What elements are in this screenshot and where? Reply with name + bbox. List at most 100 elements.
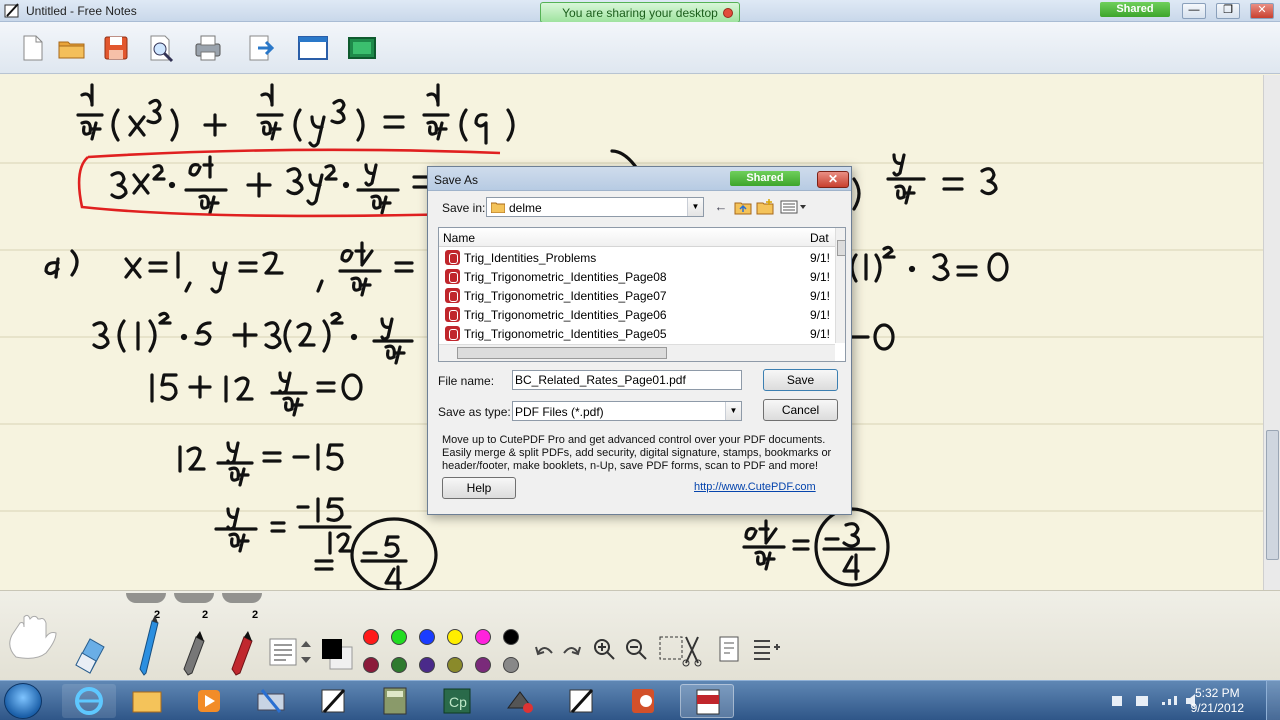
file-row[interactable]: Trig_Trigonometric_Identities_Page08 9/1… — [439, 267, 835, 286]
color-swatch-blue[interactable] — [419, 629, 435, 645]
restore-button[interactable]: ❐ — [1216, 3, 1240, 19]
save-in-value: delme — [509, 201, 542, 215]
print-icon[interactable] — [192, 32, 224, 64]
cancel-button[interactable]: Cancel — [763, 399, 838, 421]
taskbar-powerpoint[interactable] — [616, 684, 670, 718]
taskbar-pen-tool[interactable] — [554, 684, 608, 718]
taskbar-cutepdf[interactable] — [680, 684, 734, 718]
pdf-file-icon — [445, 269, 460, 284]
pdf-file-icon — [445, 288, 460, 303]
stop-sharing-icon[interactable] — [723, 8, 733, 18]
redo-icon[interactable] — [562, 641, 582, 661]
canvas-scroll-thumb[interactable] — [1266, 430, 1279, 560]
column-header-name[interactable]: Name — [443, 231, 475, 245]
back-arrow-icon[interactable]: ← — [712, 199, 730, 215]
undo-icon[interactable] — [534, 641, 554, 661]
file-row[interactable]: Trig_Trigonometric_Identities_Page07 9/1… — [439, 286, 835, 305]
color-swatch-gray[interactable] — [503, 657, 519, 673]
chevron-down-icon[interactable]: ▼ — [687, 198, 703, 216]
file-name: Trig_Trigonometric_Identities_Page08 — [464, 270, 667, 284]
up-folder-icon[interactable] — [734, 199, 752, 215]
file-list-header: Name Dat — [439, 228, 835, 247]
system-tray-icons[interactable] — [1110, 693, 1200, 709]
pdf-icon — [696, 689, 720, 715]
stroke-width-stepper-icon[interactable] — [298, 637, 314, 667]
clock-date: 9/21/2012 — [1190, 701, 1244, 715]
save-icon[interactable] — [100, 32, 132, 64]
tray-clock[interactable]: 5:32 PM 9/21/2012 — [1191, 686, 1244, 716]
file-list-scroll-thumb[interactable] — [837, 240, 845, 256]
print-preview-icon[interactable] — [145, 32, 177, 64]
taskbar-media-player[interactable] — [182, 684, 236, 718]
marker-tool-icon[interactable] — [180, 631, 210, 677]
taskbar-free-notes[interactable] — [306, 684, 360, 718]
page-tab-3[interactable] — [222, 593, 262, 603]
taskbar-network-app[interactable] — [244, 684, 298, 718]
file-list[interactable]: Name Dat Trig_Identities_Problems 9/1! T… — [438, 227, 846, 362]
dialog-title-bar[interactable]: Save As Shared ✕ — [428, 167, 851, 191]
color-swatch-green[interactable] — [391, 629, 407, 645]
color-swatch-magenta[interactable] — [475, 629, 491, 645]
taskbar-captivate[interactable]: Cp — [430, 684, 484, 718]
taskbar-internet-explorer[interactable] — [62, 684, 116, 718]
add-lines-icon[interactable] — [752, 637, 780, 663]
color-swatch-black[interactable] — [503, 629, 519, 645]
file-name-input[interactable] — [512, 370, 742, 390]
taskbar-explorer[interactable] — [120, 684, 174, 718]
minimize-button[interactable]: — — [1182, 3, 1206, 19]
app-toolbar — [0, 22, 1280, 74]
new-folder-icon[interactable] — [756, 199, 774, 215]
color-swatch-yellow[interactable] — [447, 629, 463, 645]
file-list-horizontal-scrollbar[interactable] — [439, 344, 835, 361]
color-swatch-purple[interactable] — [419, 657, 435, 673]
pdf-file-icon — [445, 326, 460, 341]
taskbar-recorder[interactable] — [492, 684, 546, 718]
save-type-select[interactable]: PDF Files (*.pdf) ▼ — [512, 401, 742, 421]
view-menu-icon[interactable] — [780, 199, 808, 215]
file-row[interactable]: Trig_Trigonometric_Identities_Page06 9/1… — [439, 305, 835, 324]
hand-pointer-icon[interactable] — [6, 613, 62, 663]
screen-window-icon[interactable] — [297, 32, 329, 64]
close-button[interactable]: ✕ — [1250, 3, 1274, 19]
highlighter-tool-icon[interactable] — [228, 631, 258, 677]
color-swatch-plum[interactable] — [475, 657, 491, 673]
screen-capture-icon[interactable] — [346, 32, 378, 64]
sharing-status-banner[interactable]: You are sharing your desktop — [540, 2, 740, 23]
file-row[interactable]: Trig_Trigonometric_Identities_Page05 9/1… — [439, 324, 835, 343]
select-cut-icon[interactable] — [658, 633, 704, 667]
file-date: 9/1! — [810, 270, 831, 284]
column-header-date[interactable]: Dat — [810, 231, 829, 245]
taskbar-calculator[interactable] — [368, 684, 422, 718]
show-desktop-button[interactable] — [1266, 681, 1280, 720]
chevron-down-icon[interactable]: ▼ — [725, 402, 741, 420]
svg-text:Cp: Cp — [449, 694, 467, 710]
help-button[interactable]: Help — [442, 477, 516, 499]
color-swatch-olive[interactable] — [447, 657, 463, 673]
text-lines-icon[interactable] — [268, 637, 298, 667]
zoom-out-icon[interactable] — [624, 637, 648, 661]
page-tab-2[interactable] — [174, 593, 214, 603]
export-icon[interactable] — [244, 32, 276, 64]
canvas-vertical-scrollbar[interactable] — [1263, 75, 1280, 590]
insert-page-icon[interactable] — [716, 635, 742, 665]
cutepdf-link[interactable]: http://www.CutePDF.com — [694, 481, 816, 493]
file-row[interactable]: Trig_Identities_Problems 9/1! — [439, 248, 835, 267]
zoom-in-icon[interactable] — [592, 637, 616, 661]
color-swatch-red[interactable] — [363, 629, 379, 645]
start-button[interactable] — [4, 683, 42, 719]
recorder-icon — [507, 691, 533, 713]
color-swatch-maroon[interactable] — [363, 657, 379, 673]
save-in-select[interactable]: delme ▼ — [486, 197, 704, 217]
open-folder-icon[interactable] — [56, 32, 88, 64]
file-list-hscroll-thumb[interactable] — [457, 347, 667, 359]
page-tab-1[interactable] — [126, 593, 166, 603]
file-list-vertical-scrollbar[interactable] — [835, 228, 845, 343]
dialog-close-button[interactable]: ✕ — [817, 171, 849, 188]
window-title: Untitled - Free Notes — [26, 4, 137, 18]
save-button[interactable]: Save — [763, 369, 838, 391]
color-swatch-dark-green[interactable] — [391, 657, 407, 673]
current-color-icon[interactable] — [320, 637, 354, 671]
pencil-tool-icon[interactable] — [134, 615, 164, 677]
new-page-icon[interactable] — [16, 32, 48, 64]
eraser-icon[interactable] — [72, 635, 108, 675]
